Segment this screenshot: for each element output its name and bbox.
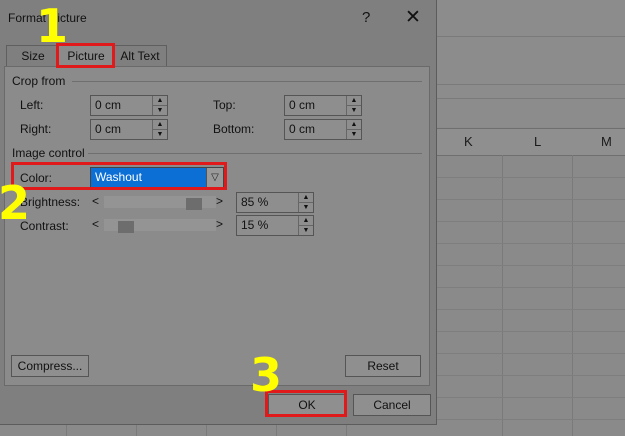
contrast-thumb[interactable]	[118, 221, 134, 233]
contrast-slider[interactable]: < >	[90, 217, 230, 233]
ribbon-area	[436, 0, 625, 127]
crop-right-spinner[interactable]: 0 cm ▲ ▼	[90, 119, 168, 140]
spin-up-icon[interactable]: ▲	[153, 96, 167, 106]
column-header-k[interactable]: K	[464, 134, 473, 149]
crop-from-heading: Crop from	[12, 74, 66, 88]
compress-button[interactable]: Compress...	[11, 355, 89, 377]
spin-up-icon[interactable]: ▲	[347, 96, 361, 106]
step-marker-3: 3	[250, 348, 283, 402]
color-row-highlight	[11, 162, 227, 190]
crop-top-spinner[interactable]: 0 cm ▲ ▼	[284, 95, 362, 116]
spreadsheet-background: K L M	[436, 0, 625, 436]
crop-top-value[interactable]: 0 cm	[289, 98, 315, 112]
spin-up-icon[interactable]: ▲	[299, 193, 313, 203]
crop-bottom-label: Bottom:	[213, 122, 255, 136]
brightness-value[interactable]: 85 %	[241, 195, 268, 209]
column-header-l[interactable]: L	[534, 134, 541, 149]
spin-down-icon[interactable]: ▼	[347, 106, 361, 115]
brightness-spinner[interactable]: 85 % ▲ ▼	[236, 192, 314, 213]
spin-up-icon[interactable]: ▲	[299, 216, 313, 226]
crop-bottom-spinner[interactable]: 0 cm ▲ ▼	[284, 119, 362, 140]
contrast-value[interactable]: 15 %	[241, 218, 268, 232]
spin-down-icon[interactable]: ▼	[153, 106, 167, 115]
spreadsheet-bottom-strip	[0, 424, 436, 436]
spin-up-icon[interactable]: ▲	[347, 120, 361, 130]
column-header-row: K L M	[436, 128, 625, 156]
column-header-m[interactable]: M	[601, 134, 612, 149]
crop-right-label: Right:	[20, 122, 52, 136]
reset-button[interactable]: Reset	[345, 355, 421, 377]
spin-up-icon[interactable]: ▲	[153, 120, 167, 130]
crop-left-label: Left:	[20, 98, 44, 112]
step-marker-1: 1	[36, 0, 69, 53]
chevron-right-icon[interactable]: >	[216, 194, 223, 208]
chevron-right-icon[interactable]: >	[216, 217, 223, 231]
crop-left-value[interactable]: 0 cm	[95, 98, 121, 112]
spin-down-icon[interactable]: ▼	[347, 130, 361, 139]
chevron-left-icon[interactable]: <	[92, 194, 99, 208]
spin-down-icon[interactable]: ▼	[153, 130, 167, 139]
spin-down-icon[interactable]: ▼	[299, 203, 313, 212]
brightness-thumb[interactable]	[186, 198, 202, 210]
close-icon[interactable]: ✕	[405, 6, 421, 29]
help-icon[interactable]: ?	[362, 9, 370, 26]
tab-alt-text[interactable]: Alt Text	[113, 45, 167, 67]
crop-top-label: Top:	[213, 98, 236, 112]
contrast-track[interactable]	[104, 219, 216, 233]
crop-left-spinner[interactable]: 0 cm ▲ ▼	[90, 95, 168, 116]
contrast-spinner[interactable]: 15 % ▲ ▼	[236, 215, 314, 236]
image-control-heading: Image control	[12, 146, 85, 160]
brightness-slider[interactable]: < >	[90, 194, 230, 210]
crop-bottom-value[interactable]: 0 cm	[289, 122, 315, 136]
crop-right-value[interactable]: 0 cm	[95, 122, 121, 136]
cancel-button[interactable]: Cancel	[353, 394, 431, 416]
brightness-track[interactable]	[104, 196, 216, 210]
spin-down-icon[interactable]: ▼	[299, 226, 313, 235]
chevron-left-icon[interactable]: <	[92, 217, 99, 231]
step-marker-2: 2	[0, 176, 31, 230]
